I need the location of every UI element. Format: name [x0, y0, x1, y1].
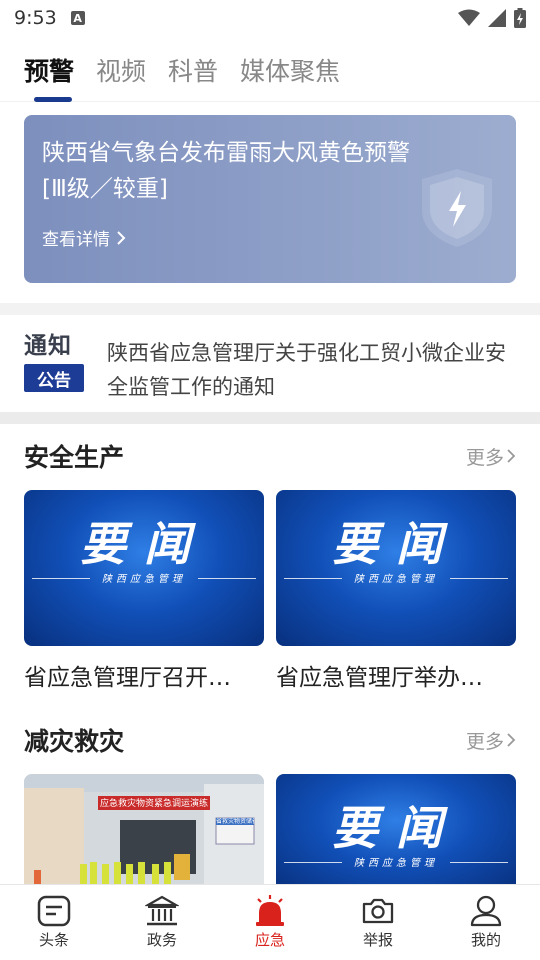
thumbnail-headline: 要闻 [80, 517, 208, 571]
user-icon [470, 895, 502, 927]
notice-item[interactable]: 通知 公告 陕西省应急管理厅关于强化工贸小微企业安全监管工作的通知 [0, 318, 540, 412]
nav-headlines[interactable]: 头条 [0, 885, 108, 960]
more-label: 更多 [465, 446, 504, 469]
notice-logo-top: 通知 [24, 333, 72, 359]
chevron-right-icon [117, 230, 126, 245]
camera-icon [362, 898, 394, 924]
notification-a-icon: A [70, 11, 85, 25]
battery-charging-icon [514, 8, 526, 28]
status-bar: 9:53 A [0, 0, 540, 36]
section-disaster-header: 减灾救灾 更多 [24, 722, 516, 758]
status-icons [458, 8, 526, 28]
alert-detail-label: 查看详情 [42, 230, 110, 250]
news-card[interactable]: 应急救灾物资紧急调运演练 省救灾物资储备库 [24, 774, 264, 890]
news-thumbnail: 要闻 陕西应急管理 [276, 490, 516, 646]
chevron-right-icon [507, 449, 516, 463]
tab-video[interactable]: 视频 [96, 40, 146, 102]
lightning-shield-icon [422, 169, 492, 247]
section-title: 安全生产 [24, 443, 125, 472]
thumbnail-headline: 要闻 [332, 517, 460, 571]
news-photo: 应急救灾物资紧急调运演练 省救灾物资储备库 [24, 774, 264, 890]
tab-media-focus[interactable]: 媒体聚焦 [240, 40, 340, 102]
photo-banner-text: 应急救灾物资紧急调运演练 [100, 799, 208, 809]
section-title: 减灾救灾 [24, 727, 125, 756]
news-thumbnail: 要闻 陕西应急管理 [276, 774, 516, 890]
photo-sign-text: 省救灾物资储备库 [216, 818, 254, 825]
alert-title: 陕西省气象台发布雷雨大风黄色预警[Ⅲ级／较重] [42, 140, 410, 202]
section-more-link[interactable]: 更多 [466, 443, 516, 470]
alarm-siren-icon [256, 895, 284, 926]
thumbnail-line [450, 862, 508, 863]
wifi-icon [458, 9, 480, 26]
notice-text: 陕西省应急管理厅关于强化工贸小微企业安全监管工作的通知 [107, 341, 506, 399]
nav-label: 政务 [146, 931, 177, 949]
nav-label: 举报 [362, 931, 393, 949]
alert-detail-link[interactable]: 查看详情 [42, 225, 126, 250]
notice-logo-bottom: 公告 [24, 364, 84, 392]
top-tabs: 预警 视频 科普 媒体聚焦 [0, 40, 540, 102]
news-card[interactable]: 要闻 陕西应急管理 省应急管理厅举办… [276, 490, 516, 692]
news-icon [37, 895, 71, 927]
status-time: 9:53 [14, 7, 57, 29]
warehouse-drill-photo [24, 774, 264, 890]
news-card[interactable]: 要闻 陕西应急管理 省应急管理厅召开… [24, 490, 264, 692]
divider [0, 412, 540, 424]
news-caption: 省应急管理厅召开… [24, 665, 231, 691]
nav-label: 我的 [470, 931, 501, 949]
section-safety-header: 安全生产 更多 [24, 438, 516, 474]
signal-icon [488, 9, 506, 27]
nav-label: 头条 [38, 931, 69, 949]
news-caption: 省应急管理厅举办… [276, 665, 483, 691]
thumbnail-headline: 要闻 [332, 801, 460, 855]
tab-science[interactable]: 科普 [168, 40, 218, 102]
section-more-link[interactable]: 更多 [466, 727, 516, 754]
nav-emergency[interactable]: 应急 [216, 885, 324, 960]
chevron-right-icon [507, 733, 516, 747]
tab-warning[interactable]: 预警 [24, 40, 74, 102]
thumbnail-line [450, 578, 508, 579]
thumbnail-line [198, 578, 256, 579]
nav-government[interactable]: 政务 [108, 885, 216, 960]
more-label: 更多 [465, 730, 504, 753]
nav-mine[interactable]: 我的 [432, 885, 540, 960]
bottom-nav: 头条 政务 应急 举报 我的 [0, 884, 540, 960]
notice-logo: 通知 公告 [24, 332, 84, 392]
nav-label: 应急 [254, 931, 285, 949]
nav-report[interactable]: 举报 [324, 885, 432, 960]
news-thumbnail: 要闻 陕西应急管理 [24, 490, 264, 646]
divider [0, 303, 540, 315]
government-building-icon [145, 895, 179, 926]
weather-alert-card[interactable]: 陕西省气象台发布雷雨大风黄色预警[Ⅲ级／较重] 查看详情 [24, 115, 516, 283]
news-card[interactable]: 要闻 陕西应急管理 [276, 774, 516, 890]
